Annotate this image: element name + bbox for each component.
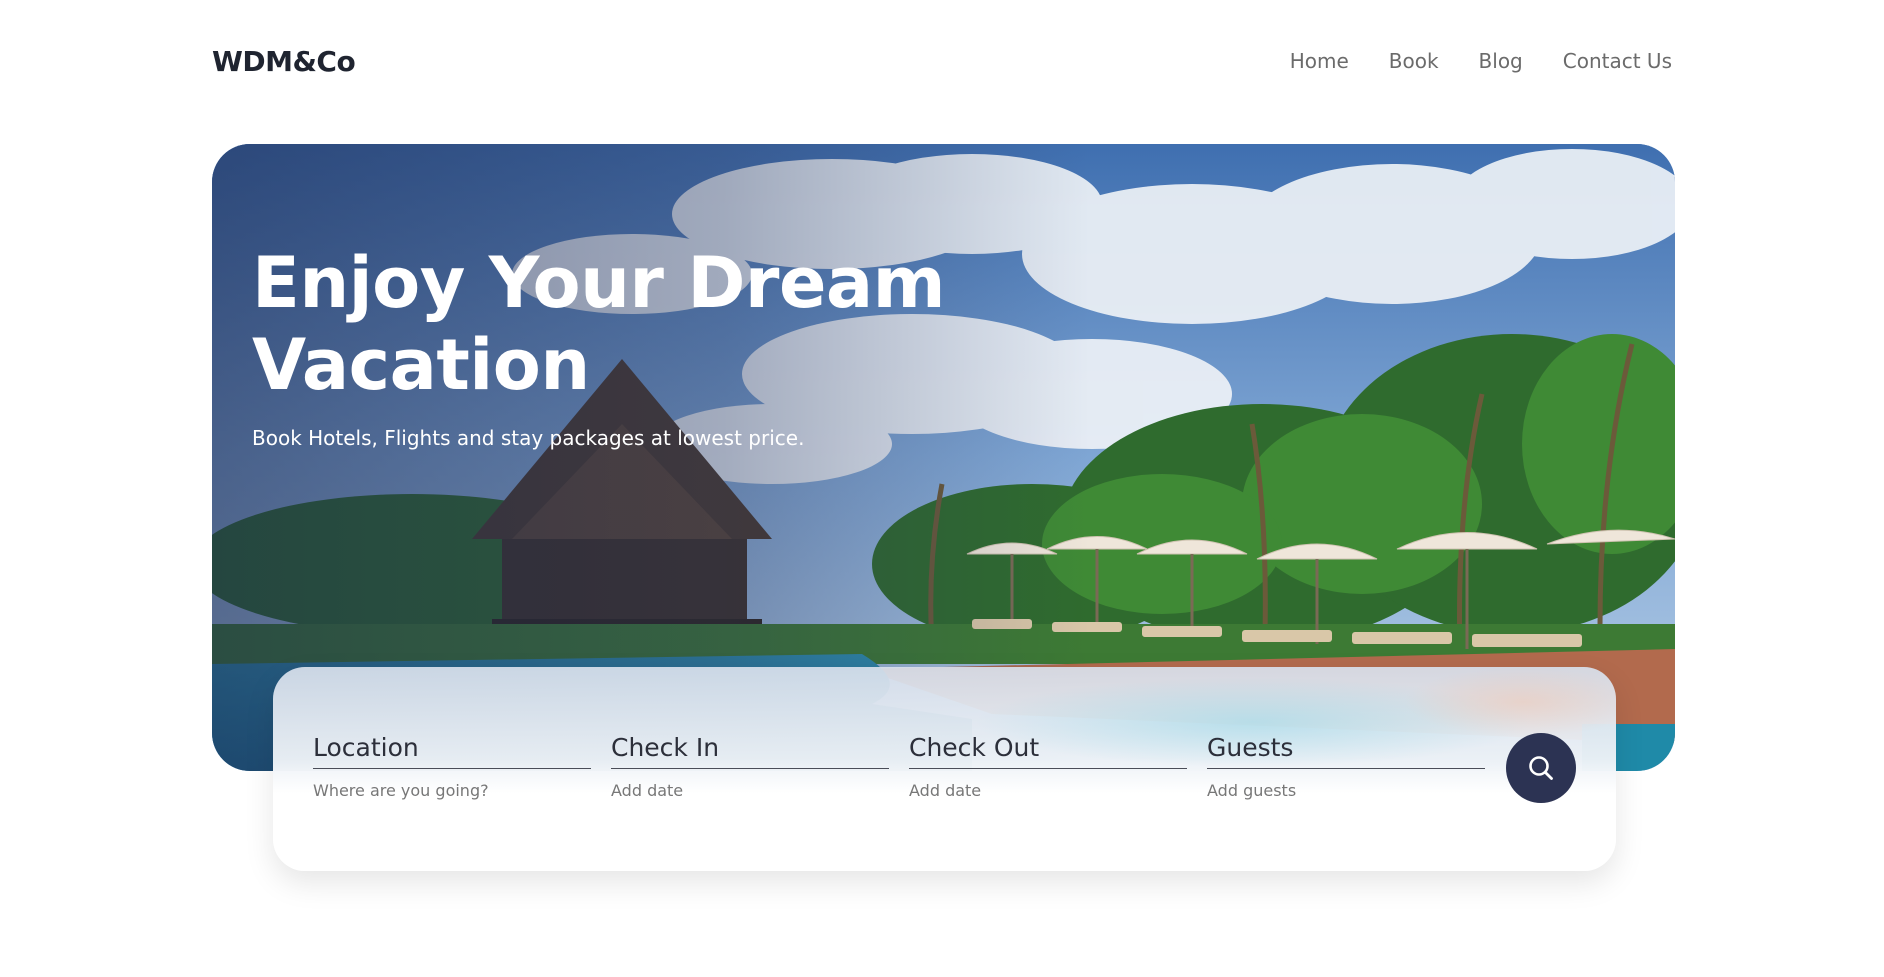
search-card-glow-warm (1403, 667, 1616, 737)
search-card: Location Check In Check Out Guests (273, 667, 1616, 871)
hero-subtitle: Book Hotels, Flights and stay packages a… (252, 426, 805, 450)
check-in-input[interactable] (611, 781, 889, 800)
check-out-input[interactable] (909, 781, 1187, 800)
check-out-field: Check Out (909, 733, 1187, 800)
guests-field: Guests (1207, 733, 1485, 800)
guests-label: Guests (1207, 733, 1485, 769)
location-input[interactable] (313, 781, 591, 800)
nav-blog-link[interactable]: Blog (1479, 49, 1523, 73)
guests-input[interactable] (1207, 781, 1485, 800)
check-out-label: Check Out (909, 733, 1187, 769)
site-header: WDM&Co Home Book Blog Contact Us (212, 38, 1672, 84)
logo[interactable]: WDM&Co (212, 45, 356, 78)
nav-contact-link[interactable]: Contact Us (1563, 49, 1672, 73)
search-button[interactable] (1506, 733, 1576, 803)
search-icon (1529, 756, 1553, 780)
check-in-field: Check In (611, 733, 889, 800)
hero-title: Enjoy Your Dream Vacation (252, 242, 946, 406)
main-nav: Home Book Blog Contact Us (1290, 49, 1672, 73)
location-label: Location (313, 733, 591, 769)
check-in-label: Check In (611, 733, 889, 769)
page: WDM&Co Home Book Blog Contact Us Enjoy Y… (0, 0, 1884, 977)
location-field: Location (313, 733, 591, 800)
nav-home-link[interactable]: Home (1290, 49, 1349, 73)
nav-book-link[interactable]: Book (1389, 49, 1439, 73)
